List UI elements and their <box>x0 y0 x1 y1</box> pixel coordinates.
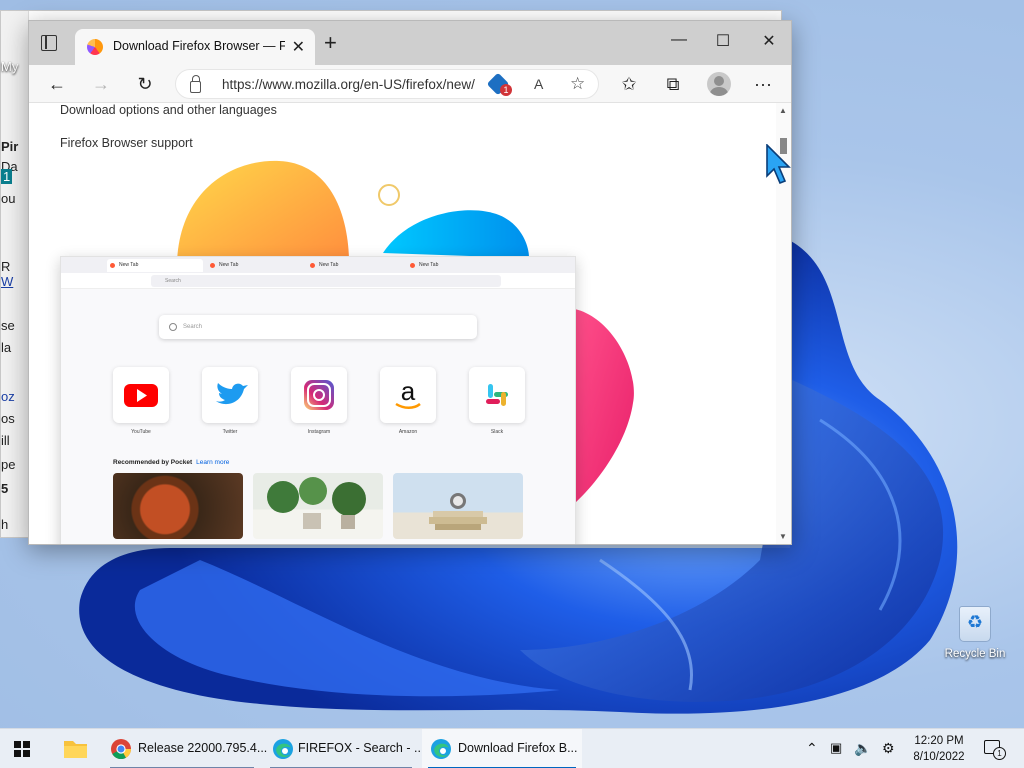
mock-nav-bar: Search <box>61 273 575 289</box>
background-text: os <box>1 411 15 426</box>
pocket-story-image <box>113 473 243 539</box>
tile-label: Slack <box>490 429 504 435</box>
edge-browser-window[interactable]: Download Firefox Browser — Fast, Private… <box>28 20 792 545</box>
collections-icon[interactable]: ⧉ <box>661 72 685 96</box>
volume-icon[interactable]: 🔈 <box>854 740 871 757</box>
browser-toolbar: ← → ↻ https://www.mozilla.org/en-US/fire… <box>29 65 791 103</box>
back-arrow-icon[interactable]: ← <box>45 72 69 96</box>
tile-label: Twitter <box>222 429 238 435</box>
tab-firefox-download[interactable]: Download Firefox Browser — Fast, Private… <box>75 29 315 65</box>
recycle-bin-icon <box>959 606 991 642</box>
profile-avatar[interactable] <box>707 72 731 96</box>
desktop-icon-label: My <box>1 59 19 74</box>
address-bar[interactable]: https://www.mozilla.org/en-US/firefox/ne… <box>175 69 599 99</box>
twitter-tile: Twitter <box>202 367 258 435</box>
pocket-title: Recommended by Pocket <box>113 459 193 466</box>
system-clock[interactable]: 12:20 PM 8/10/2022 <box>908 733 970 765</box>
chrome-icon <box>111 739 132 760</box>
mock-search-box: Search <box>159 315 477 339</box>
close-tab-icon[interactable]: ✕ <box>292 37 305 57</box>
mock-tab: New Tab <box>407 259 503 272</box>
edge-icon <box>273 739 293 759</box>
start-windows-icon[interactable] <box>14 741 30 757</box>
tile-label: Instagram <box>307 429 331 435</box>
background-text: pe <box>1 457 16 472</box>
tab-actions-icon[interactable] <box>41 35 57 51</box>
mouse-cursor-icon <box>766 144 791 185</box>
svg-text:a: a <box>401 376 416 406</box>
mock-tab: New Tab <box>107 259 203 272</box>
page-content: Download options and other languages Fir… <box>29 103 777 544</box>
extension-badge: 1 <box>500 84 512 96</box>
clock-date: 8/10/2022 <box>913 751 965 763</box>
pocket-heading: Recommended by Pocket Learn more <box>113 459 229 466</box>
mock-tab: New Tab <box>307 259 403 272</box>
pocket-story-image <box>253 473 383 539</box>
notification-count: 1 <box>993 747 1006 760</box>
taskbar-label: Download Firefox B... <box>458 741 578 755</box>
background-text: ill <box>1 433 10 448</box>
favorites-icon[interactable]: ✩ <box>617 72 641 96</box>
title-bar[interactable]: Download Firefox Browser — Fast, Private… <box>29 21 791 65</box>
tile-label: YouTube <box>131 429 151 435</box>
taskbar-edge-search-button[interactable]: FIREFOX - Search - ... <box>264 729 424 768</box>
url-text[interactable]: https://www.mozilla.org/en-US/firefox/ne… <box>222 77 482 92</box>
background-text: 1 <box>1 169 13 184</box>
amazon-tile: a Amazon <box>380 367 436 435</box>
add-favorite-icon[interactable]: ☆ <box>570 74 585 94</box>
background-text: la <box>1 340 12 355</box>
firefox-favicon-icon <box>87 39 103 55</box>
taskbar-chrome-button[interactable]: Release 22000.795.4... <box>104 729 267 768</box>
background-link[interactable]: W <box>1 274 13 289</box>
recycle-bin-desktop-icon[interactable]: Recycle Bin <box>942 606 1008 660</box>
mock-tab-strip: New Tab New Tab New Tab New Tab <box>61 257 575 273</box>
file-explorer-button[interactable] <box>52 729 98 768</box>
network-icon[interactable]: ▣ <box>830 740 842 756</box>
lock-icon[interactable] <box>190 75 201 93</box>
settings-menu-icon[interactable]: ··· <box>751 72 775 96</box>
refresh-icon[interactable]: ↻ <box>133 72 157 96</box>
firefox-preview-image: New Tab New Tab New Tab New Tab Search S… <box>60 256 576 544</box>
settings-gear-icon[interactable]: ⚙ <box>882 740 895 757</box>
recycle-bin-label: Recycle Bin <box>944 648 1006 660</box>
taskbar: Release 22000.795.4... FIREFOX - Search … <box>0 728 1024 768</box>
pocket-story-image <box>393 473 523 539</box>
edge-icon <box>431 739 451 759</box>
background-text: h <box>1 517 9 532</box>
taskbar-label: FIREFOX - Search - ... <box>298 741 425 755</box>
scroll-up-icon[interactable]: ▲ <box>779 106 787 115</box>
forward-arrow-icon[interactable]: → <box>89 72 113 96</box>
show-hidden-icons-chevron-up-icon[interactable]: ⌃ <box>806 740 818 757</box>
taskbar-label: Release 22000.795.4... <box>138 741 268 755</box>
slack-tile: Slack <box>469 367 525 435</box>
read-aloud-icon[interactable]: A <box>534 76 543 92</box>
background-text: 5 <box>1 481 9 496</box>
mock-url-bar: Search <box>151 275 501 287</box>
instagram-tile: Instagram <box>291 367 347 435</box>
background-text: R <box>1 259 11 274</box>
tile-label: Amazon <box>398 429 418 435</box>
taskbar-edge-download-button[interactable]: Download Firefox B... <box>422 729 582 768</box>
new-tab-button[interactable]: + <box>324 32 337 54</box>
tab-title: Download Firefox Browser — Fast, Private… <box>113 39 285 53</box>
youtube-tile: YouTube <box>113 367 169 435</box>
notification-center-icon[interactable]: 1 <box>984 740 1006 760</box>
background-text: oz <box>1 389 15 404</box>
background-text: ou <box>1 191 16 206</box>
background-text: Pir <box>1 139 19 154</box>
close-window-button[interactable]: ✕ <box>757 31 781 53</box>
background-text: se <box>1 318 15 333</box>
maximize-button[interactable]: ☐ <box>711 31 735 53</box>
pocket-learn-more: Learn more <box>196 459 230 466</box>
scroll-down-icon[interactable]: ▼ <box>779 532 787 541</box>
clock-time: 12:20 PM <box>914 735 964 747</box>
mock-tab: New Tab <box>207 259 303 272</box>
folder-icon <box>64 741 87 758</box>
minimize-button[interactable]: — <box>667 31 691 53</box>
